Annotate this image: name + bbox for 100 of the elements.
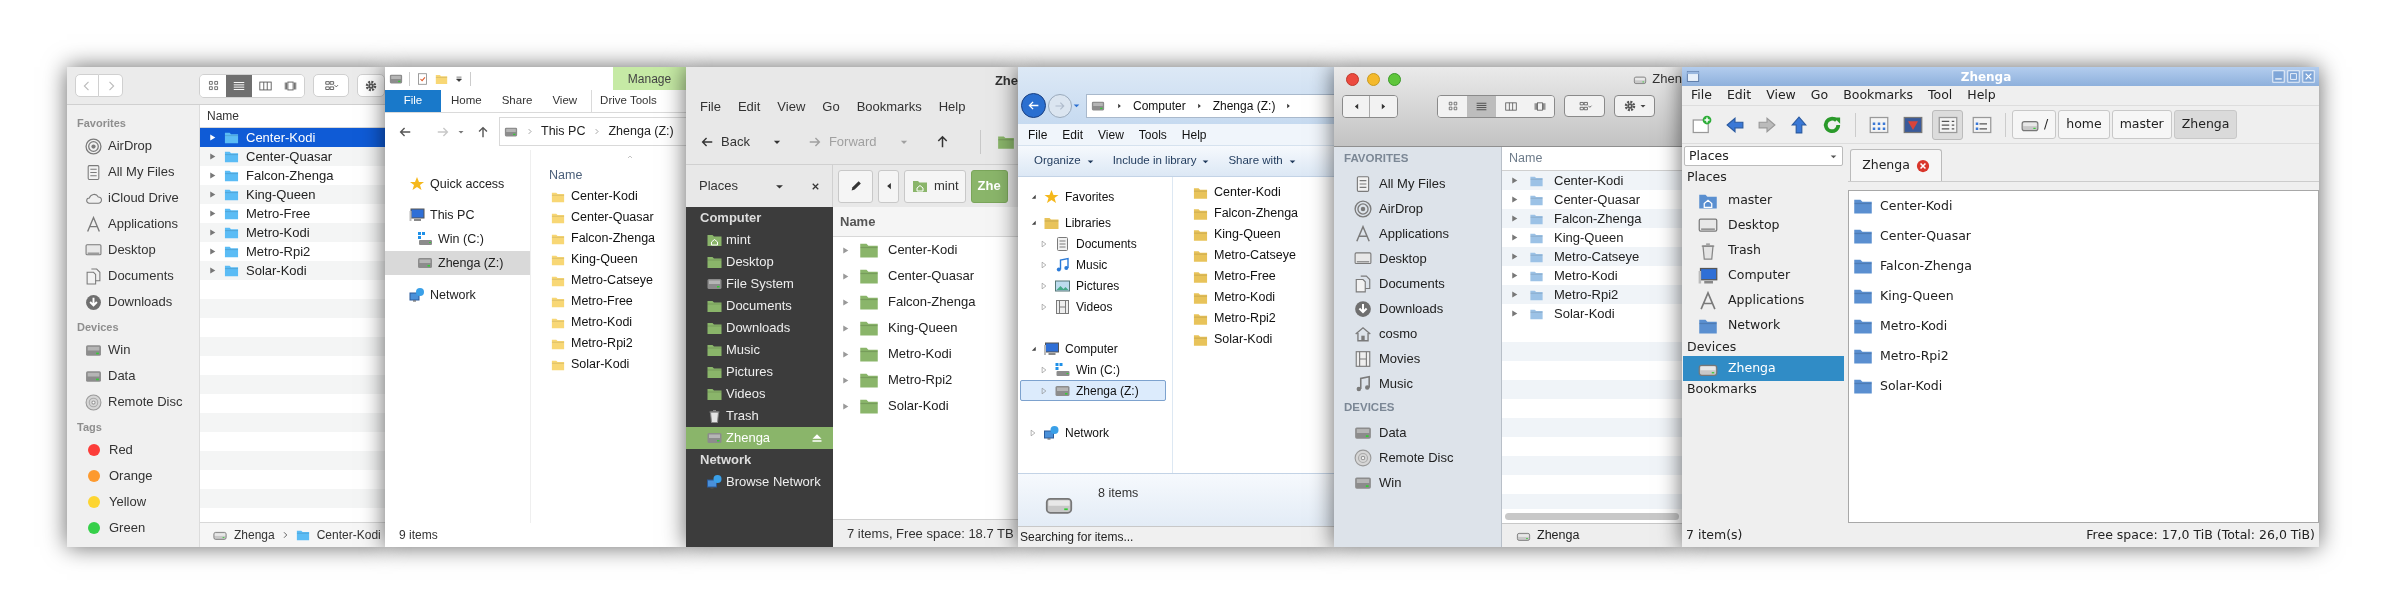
new-folder-icon[interactable] [1691,114,1713,135]
column-header[interactable]: Name [207,107,239,125]
sidebar-item[interactable]: Network [1683,313,1844,338]
nav-item[interactable]: Zhenga (Z:) [385,251,530,275]
file-row[interactable]: Solar-Kodi [200,261,385,280]
file-row[interactable]: Metro-Free [1173,266,1334,287]
forward-button[interactable] [1370,95,1397,117]
file-row[interactable]: Falcon-Zhenga [1502,209,1682,228]
column-view-button[interactable] [252,74,278,97]
file-row[interactable]: Metro-Kodi [200,223,385,242]
compact-view-icon[interactable] [1971,114,1993,135]
menu-item[interactable]: Bookmarks [1843,86,1913,105]
sidebar-item[interactable]: AirDrop [67,133,199,159]
sidebar-item[interactable]: Computer [1683,263,1844,288]
sidebar-item[interactable]: Downloads [686,317,833,339]
nav-item[interactable]: Libraries [1020,212,1166,233]
icon-view-button[interactable] [1438,95,1467,117]
menu-item[interactable]: View [1098,125,1124,144]
menu-item[interactable]: Edit [1726,86,1752,105]
menu-item[interactable]: Help [1967,86,1996,105]
menu-item[interactable]: Help [1181,125,1207,144]
caret-icon[interactable] [454,73,464,84]
file-row[interactable]: Center-Kodi [531,186,686,207]
icon-view-icon[interactable] [1868,114,1890,135]
file-row[interactable]: Solar-Kodi [1173,329,1334,350]
nav-item[interactable]: Music [1020,254,1166,275]
ribbon-tab[interactable]: Home [441,90,492,112]
sidebar-item[interactable]: Music [1334,371,1501,396]
sidebar-item[interactable]: All My Files [1334,171,1501,196]
nav-item[interactable]: Documents [1020,233,1166,254]
file-row[interactable]: Center-Quasar [1849,221,2318,251]
file-row[interactable]: Metro-Kodi [833,341,1018,367]
ribbon-tab[interactable]: File [385,90,441,112]
file-row[interactable]: Solar-Kodi [833,393,1018,419]
file-row[interactable]: Metro-Kodi [1849,311,2318,341]
close-icon[interactable] [1915,158,1930,173]
sidebar-item[interactable]: master [1683,188,1844,213]
file-row[interactable]: Metro-Rpi2 [1502,285,1682,304]
command-button[interactable]: Include in library [1112,152,1211,170]
action-button[interactable] [1614,95,1655,117]
back-arrow-icon[interactable] [1725,115,1745,134]
file-row[interactable]: King-Queen [531,249,686,270]
sidebar-item[interactable]: Desktop [67,237,199,263]
cover-flow-button[interactable] [278,74,304,97]
address-segment[interactable]: Zhenga (Z:) [608,122,674,141]
icon-view-button[interactable] [200,74,227,97]
eject-icon[interactable] [811,432,823,444]
menu-item[interactable]: File [1028,125,1048,144]
sidebar-item[interactable]: mint [686,229,833,251]
file-row[interactable]: Falcon-Zhenga [833,289,1018,315]
file-row[interactable]: Metro-Catseye [1502,247,1682,266]
minimize-button[interactable] [1367,72,1380,86]
sidebar-item[interactable]: Desktop [1683,213,1844,238]
file-row[interactable]: Metro-Rpi2 [1849,341,2318,371]
menu-item[interactable]: Go [822,97,840,117]
menu-item[interactable]: Bookmarks [856,97,922,117]
file-row[interactable]: Falcon-Zhenga [531,228,686,249]
menu-item[interactable]: Edit [1062,125,1084,144]
sidebar-item[interactable]: Yellow [67,489,199,515]
file-row[interactable]: Center-Kodi [833,237,1018,263]
file-row[interactable]: King-Queen [1849,281,2318,311]
file-row[interactable]: Center-Quasar [531,207,686,228]
file-row[interactable]: Center-Kodi [200,128,385,147]
menu-item[interactable]: Go [1810,86,1829,105]
sidebar-item[interactable]: Downloads [1334,296,1501,321]
nav-item[interactable]: Network [1020,422,1166,443]
nav-item[interactable]: Quick access [385,172,530,196]
file-row[interactable]: Metro-Catseye [1173,245,1334,266]
sidebar-item[interactable]: Videos [686,383,833,405]
file-row[interactable]: Metro-Catseye [531,270,686,291]
file-row[interactable]: King-Queen [1173,224,1334,245]
menu-item[interactable]: View [1766,86,1796,105]
path-segment[interactable]: Center-Kodi [316,526,381,544]
file-row[interactable]: King-Queen [833,315,1018,341]
address-segment[interactable]: This PC [541,122,586,141]
nav-item[interactable]: Pictures [1020,275,1166,296]
side-pane-dropdown[interactable]: Places [1684,146,1843,166]
file-row[interactable]: Center-Kodi [1173,182,1334,203]
column-header[interactable]: Name [840,211,876,232]
address-segment[interactable]: Computer [1133,97,1186,115]
file-row[interactable]: Metro-Kodi [531,312,686,333]
sidebar-item[interactable]: Desktop [686,251,833,273]
file-row[interactable]: Center-Kodi [1502,171,1682,190]
sidebar-item[interactable]: Downloads [67,289,199,315]
list-view-button[interactable] [1467,95,1496,117]
address-segment[interactable]: Zhenga (Z:) [1212,97,1276,115]
maximize-icon[interactable] [2287,70,2300,83]
action-button[interactable] [357,74,385,97]
detail-view-button[interactable] [1932,109,1963,140]
nav-item[interactable]: Computer [1020,338,1166,359]
sidebar-item[interactable]: Documents [67,263,199,289]
sidebar-item[interactable]: Desktop [1334,246,1501,271]
list-view-button[interactable] [226,74,253,97]
path-button[interactable]: Zhenga [2173,110,2238,139]
file-row[interactable]: Falcon-Zhenga [1173,203,1334,224]
menu-item[interactable]: Edit [737,97,761,117]
sidebar-item[interactable]: Green [67,515,199,541]
path-button[interactable]: master [2111,110,2172,139]
forward-arrow-icon[interactable] [1757,115,1777,134]
sidebar-item[interactable]: Documents [686,295,833,317]
